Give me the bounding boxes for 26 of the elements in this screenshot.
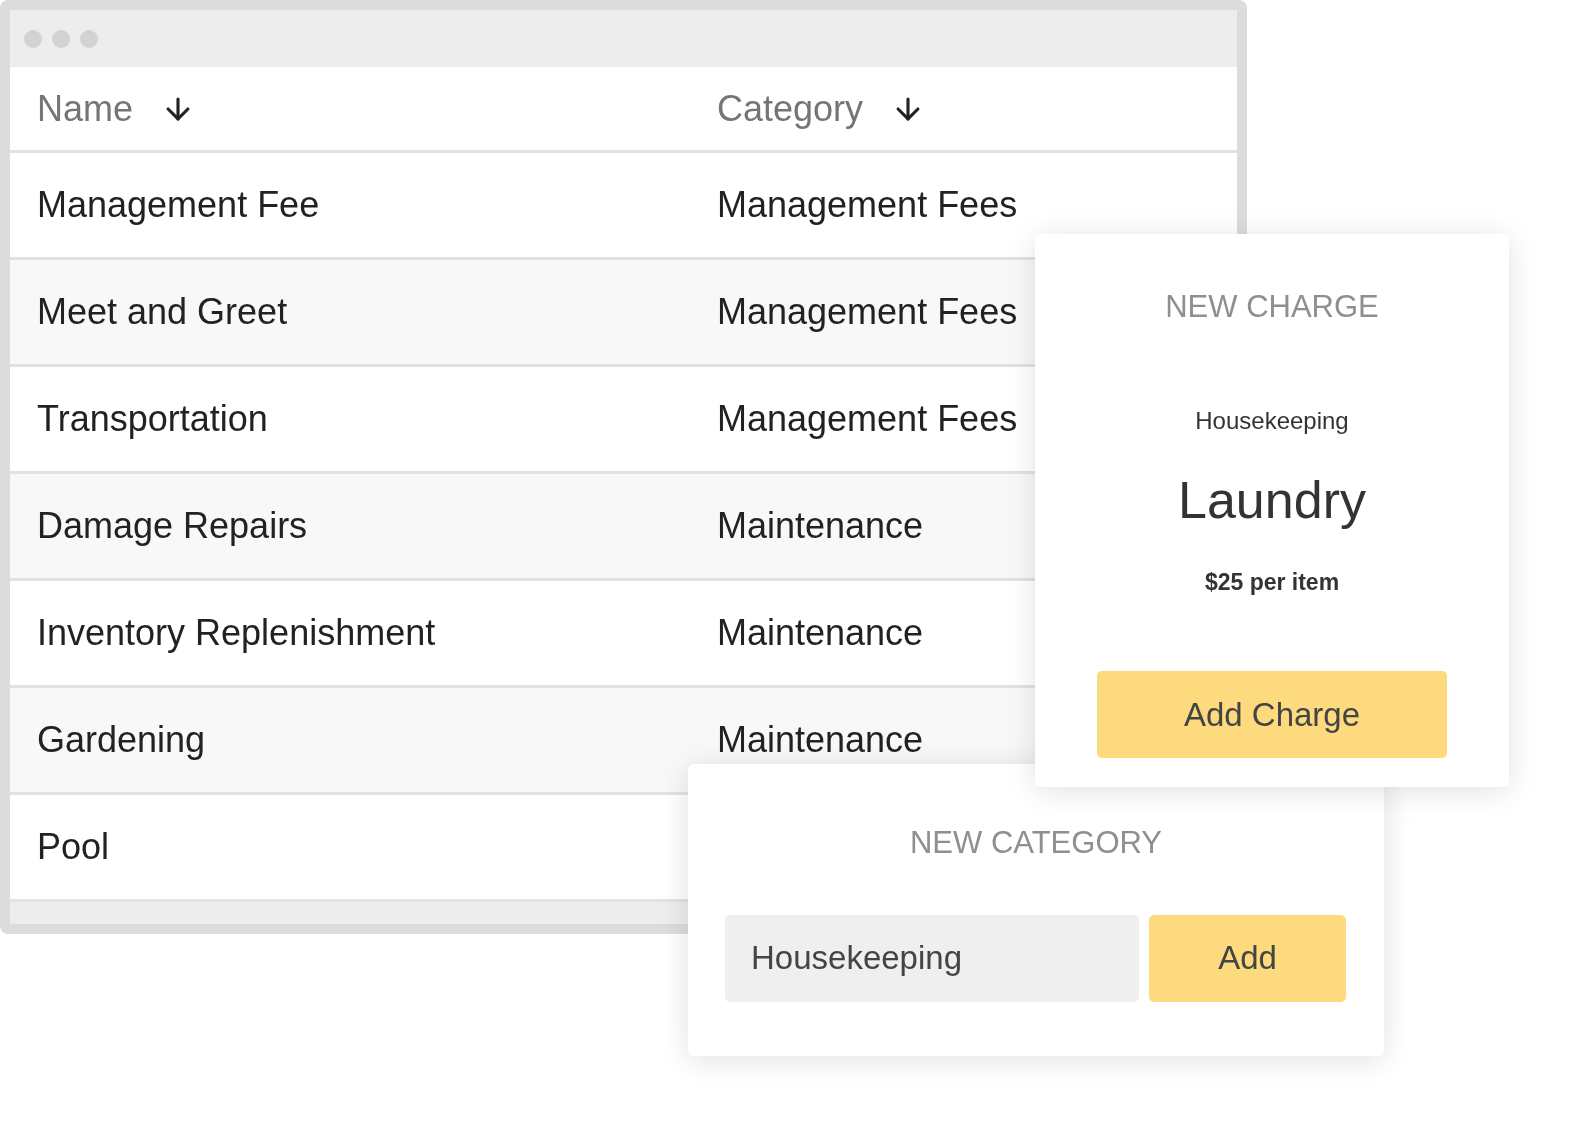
table-cell: Inventory Replenishment <box>37 612 436 653</box>
table-cell: Maintenance <box>717 505 924 546</box>
add-button[interactable]: Add <box>1149 914 1346 1002</box>
table-cell: Meet and Greet <box>37 291 288 332</box>
table-cell: Damage Repairs <box>37 505 308 546</box>
table-cell: Gardening <box>37 719 206 760</box>
charge-name: Laundry <box>1178 469 1366 531</box>
table-cell: Management Fees <box>717 291 1018 332</box>
input-field[interactable]: Housekeeping <box>725 914 1139 1002</box>
window-control-icon[interactable] <box>52 29 70 48</box>
column-header[interactable]: Category <box>717 81 864 136</box>
table-cell: Management Fees <box>717 184 1018 225</box>
table-cell: Management Fee <box>37 184 320 225</box>
window-control-icon[interactable] <box>80 29 98 48</box>
table-cell: Transportation <box>37 398 268 439</box>
table-cell: Maintenance <box>717 719 924 760</box>
card-title: NEW CATEGORY <box>909 824 1162 862</box>
column-header[interactable]: Name <box>37 81 134 136</box>
table-cell: Pool <box>37 826 110 867</box>
charge-price: $25 per item <box>1204 567 1340 597</box>
table-cell: Maintenance <box>717 612 924 653</box>
table-cell: Management Fees <box>717 398 1018 439</box>
card-title: NEW CHARGE <box>1165 288 1379 326</box>
charge-category: Housekeeping <box>1195 405 1349 436</box>
add-charge-button[interactable]: Add Charge <box>1097 671 1447 758</box>
window-control-icon[interactable] <box>24 29 42 48</box>
